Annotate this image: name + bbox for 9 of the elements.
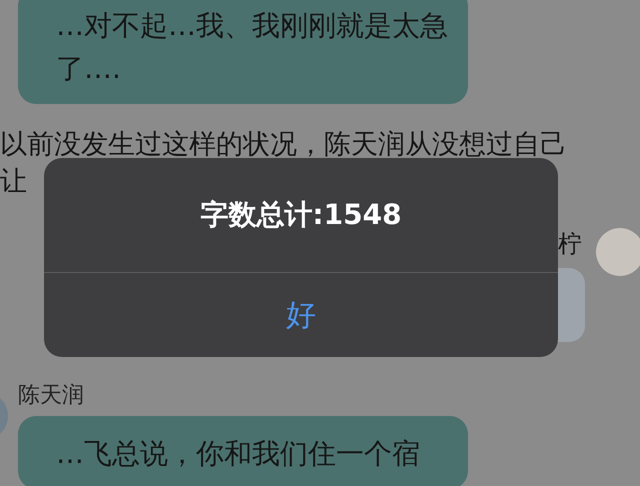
alert-title: 字数总计:1548 xyxy=(199,197,403,233)
message-bubble: …飞总说，你和我们住一个宿 xyxy=(18,416,468,486)
message-bubble: …对不起…我、我刚刚就是太急了…. xyxy=(18,0,468,104)
sender-name: 柠 xyxy=(558,229,582,260)
sender-name: 陈天润 xyxy=(18,382,84,410)
avatar-photo-placeholder[interactable] xyxy=(596,228,640,276)
narration-text: 让 xyxy=(0,165,28,199)
narration-text: 以前没发生过这样的状况，陈天润从没想过自己 xyxy=(0,128,568,162)
ok-button[interactable]: 好 xyxy=(44,273,558,357)
